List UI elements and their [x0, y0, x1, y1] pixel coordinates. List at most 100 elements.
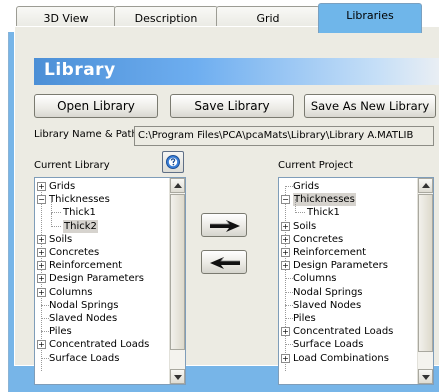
expand-icon[interactable]: +: [37, 182, 46, 191]
tree-guide-line: [285, 304, 293, 306]
tree-item-label: Thick1: [307, 207, 340, 219]
expand-icon[interactable]: +: [281, 234, 290, 244]
copy-to-library-button[interactable]: [201, 250, 247, 274]
tree-item[interactable]: + Design Parameters: [279, 259, 417, 272]
tree-guide-line: [285, 278, 293, 280]
tree-item[interactable]: + Concentrated Loads: [35, 338, 169, 351]
expand-icon[interactable]: +: [37, 234, 46, 244]
current-project-list: Grids − Thicknesses Thick1 + Soils + Concretes +…: [279, 178, 417, 384]
tree-item[interactable]: Surface Loads: [279, 338, 417, 351]
tree-guide-line: [285, 186, 293, 187]
current-library-tree[interactable]: + Grids − Thicknesses Thick1 Thick2 + Soils + Con…: [34, 177, 186, 385]
collapse-icon[interactable]: −: [37, 195, 46, 205]
tree-guide-line: [285, 344, 293, 346]
expand-icon[interactable]: +: [281, 248, 290, 257]
tree-item-label: Reinforcement: [49, 260, 123, 272]
current-library-list: + Grids − Thicknesses Thick1 Thick2 + Soils + Con…: [35, 178, 169, 384]
tree-item[interactable]: + Soils: [279, 220, 417, 233]
tree-guide-line: [51, 225, 61, 227]
tree-item[interactable]: + Design Parameters: [35, 272, 169, 285]
tree-item-label: Piles: [293, 313, 316, 324]
tree-guide-line: [285, 318, 293, 319]
tree-item[interactable]: Thick2: [35, 212, 169, 233]
tree-item-label: Thicknesses: [49, 194, 110, 206]
tree-item-label: Concentrated Loads: [293, 326, 394, 338]
arrow-left-icon: [209, 256, 241, 273]
expand-icon[interactable]: +: [281, 327, 290, 337]
tree-item[interactable]: + Soils: [35, 233, 169, 246]
section-header: Library: [34, 58, 439, 85]
page-title: Library: [44, 60, 116, 80]
expand-icon[interactable]: +: [281, 353, 290, 363]
tree-guide-line: [41, 304, 49, 306]
tab-libraries[interactable]: Libraries: [318, 3, 422, 33]
tree-item[interactable]: + Concentrated Loads: [279, 325, 417, 338]
tree-item-label: Thick1: [63, 207, 96, 219]
tree-item[interactable]: Slaved Nodes: [35, 312, 169, 325]
current-project-tree[interactable]: Grids − Thicknesses Thick1 + Soils + Concretes +…: [278, 177, 434, 385]
tree-item-label: Soils: [49, 233, 73, 245]
expand-icon[interactable]: +: [37, 248, 46, 257]
current-library-label: Current Library: [34, 160, 110, 171]
tree-item[interactable]: Nodal Springs: [279, 286, 417, 299]
tree-item-label: Surface Loads: [293, 339, 364, 351]
tree-item-label: Design Parameters: [293, 260, 388, 272]
scroll-up-button[interactable]: [418, 178, 433, 193]
current-library-scrollbar[interactable]: [169, 178, 185, 384]
tree-guide-line: [295, 199, 296, 214]
tree-item-label: Soils: [293, 220, 317, 232]
tree-item[interactable]: + Reinforcement: [279, 246, 417, 259]
tree-item-label: Design Parameters: [49, 273, 144, 285]
expand-icon[interactable]: +: [281, 221, 290, 231]
current-project-scrollbar[interactable]: [417, 178, 433, 384]
tree-item[interactable]: + Load Combinations: [279, 352, 417, 365]
tree-item[interactable]: Grids: [279, 180, 417, 193]
tree-guide-line: [285, 291, 293, 293]
scroll-down-button[interactable]: [170, 369, 185, 384]
tree-item-label: Grids: [49, 181, 76, 192]
open-library-button[interactable]: Open Library: [34, 94, 158, 118]
tree-item[interactable]: Thick1: [35, 199, 169, 219]
scroll-thumb[interactable]: [418, 194, 433, 352]
expand-icon[interactable]: +: [37, 274, 46, 284]
scroll-up-button[interactable]: [170, 178, 185, 193]
scroll-down-button[interactable]: [418, 369, 433, 384]
tree-item[interactable]: + Grids: [35, 180, 169, 193]
expand-icon[interactable]: +: [37, 340, 46, 350]
tree-item-label: Slaved Nodes: [49, 313, 118, 324]
tree-guide-line: [295, 212, 305, 214]
tree-item[interactable]: Slaved Nodes: [279, 299, 417, 312]
tree-item[interactable]: + Concretes: [35, 246, 169, 259]
tree-guide-line: [51, 212, 52, 227]
expand-icon[interactable]: +: [37, 261, 46, 271]
tree-item-label: Surface Loads: [49, 352, 120, 364]
save-library-button[interactable]: Save Library: [170, 94, 294, 118]
save-as-new-library-button[interactable]: Save As New Library: [304, 94, 436, 118]
collapse-icon[interactable]: −: [281, 195, 290, 205]
tree-item[interactable]: − Thicknesses: [35, 193, 169, 206]
tree-item[interactable]: Nodal Springs: [35, 299, 169, 312]
help-button[interactable]: [162, 151, 184, 173]
current-project-label: Current Project: [278, 160, 353, 171]
tree-item[interactable]: + Columns: [35, 286, 169, 299]
tree-item[interactable]: + Reinforcement: [35, 259, 169, 272]
tree-item[interactable]: Piles: [35, 325, 169, 338]
expand-icon[interactable]: +: [281, 261, 290, 271]
library-path-label: Library Name & Path: [34, 129, 138, 140]
tree-item-label: Concretes: [49, 247, 100, 258]
tree-item[interactable]: + Concretes: [279, 233, 417, 246]
tree-item[interactable]: Piles: [279, 312, 417, 325]
tree-item[interactable]: Columns: [279, 272, 417, 285]
tree-item-label: Concentrated Loads: [49, 339, 150, 351]
tree-guide-line: [51, 212, 61, 214]
tree-item-label: Nodal Springs: [49, 299, 119, 311]
tree-guide-line: [41, 357, 49, 359]
tree-item[interactable]: Thick1: [279, 199, 417, 219]
tree-item[interactable]: − Thicknesses: [279, 193, 417, 207]
copy-to-project-button[interactable]: [201, 213, 247, 237]
arrow-right-icon: [209, 219, 241, 236]
expand-icon[interactable]: +: [37, 287, 46, 297]
scroll-thumb[interactable]: [170, 194, 185, 350]
tree-item-label: Reinforcement: [293, 247, 367, 258]
tree-item[interactable]: Surface Loads: [35, 352, 169, 365]
